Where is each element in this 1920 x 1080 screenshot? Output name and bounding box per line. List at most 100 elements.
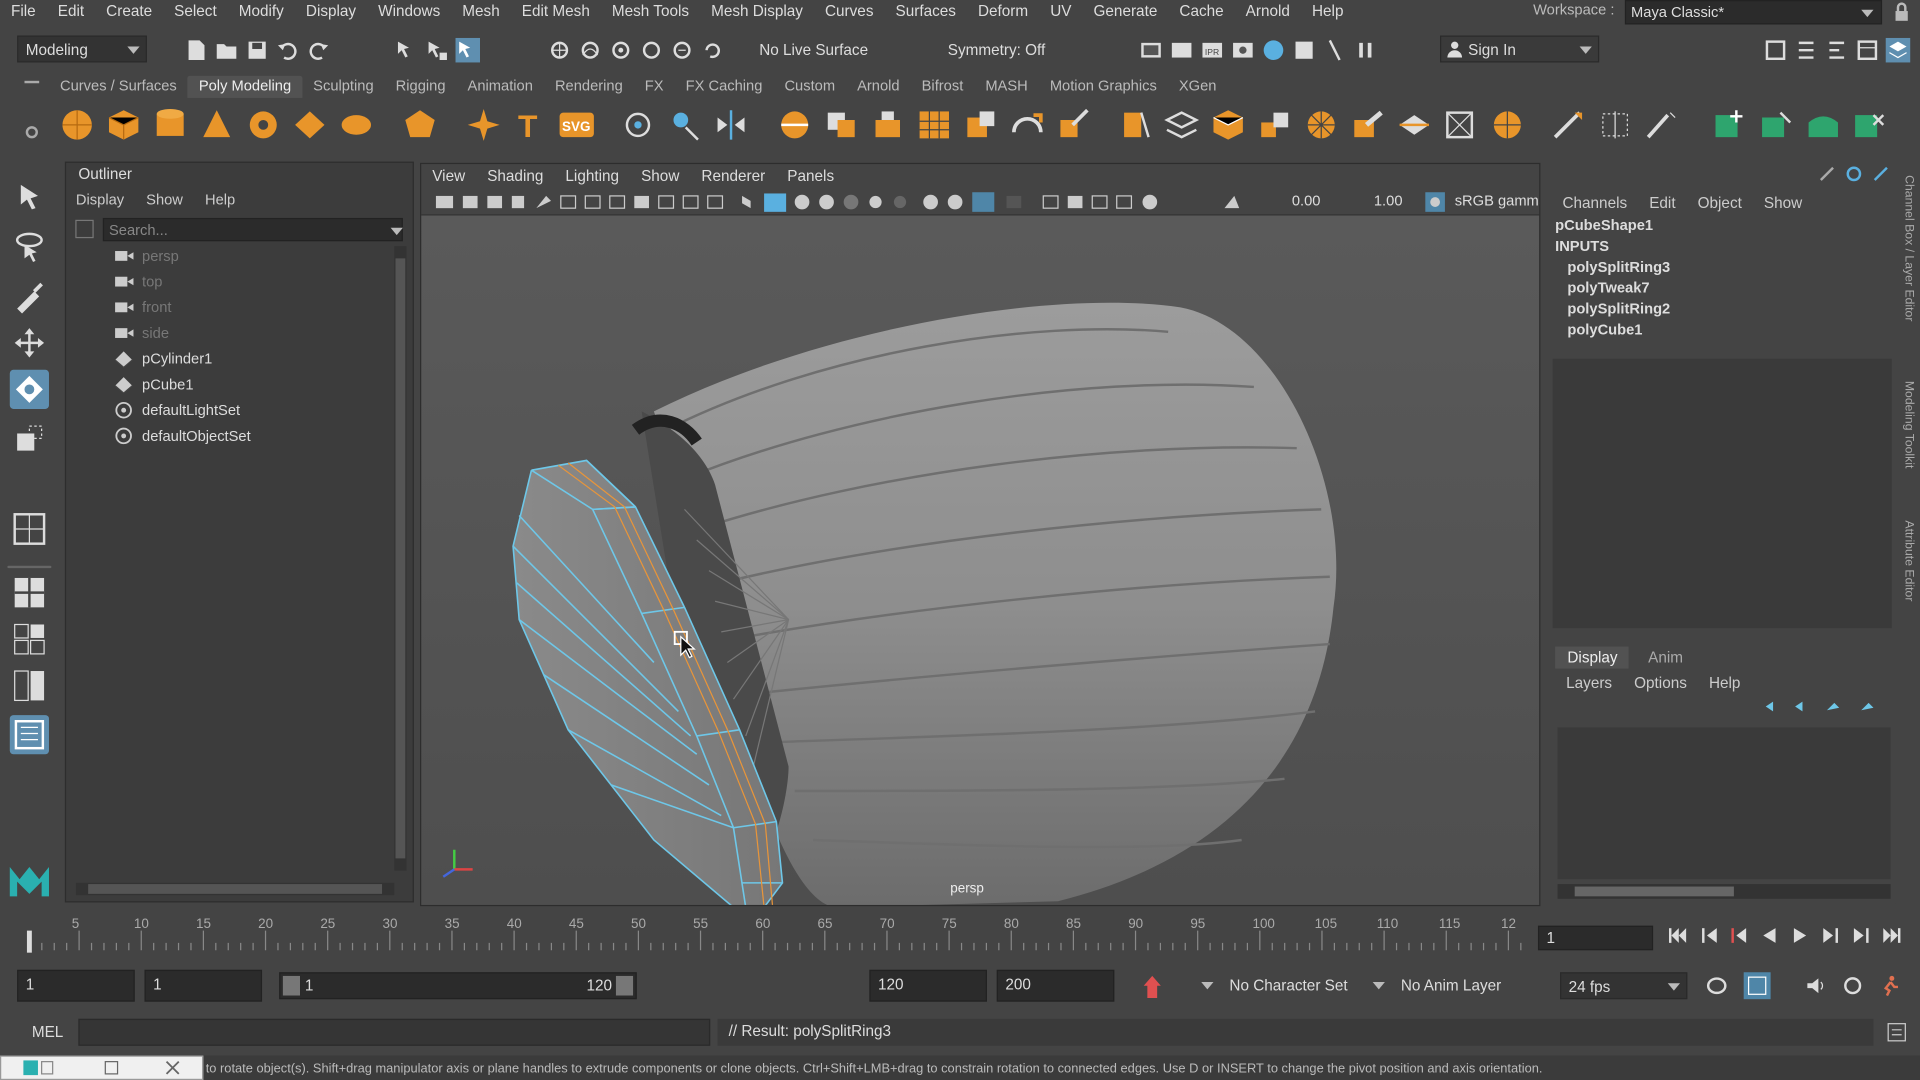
uv-unfold-icon[interactable] bbox=[1489, 108, 1526, 142]
quad-draw-icon[interactable] bbox=[1256, 108, 1293, 142]
render-frame-icon[interactable] bbox=[1169, 38, 1193, 62]
shelf-tab-rendering[interactable]: Rendering bbox=[544, 76, 634, 98]
outliner-item-front[interactable]: front bbox=[113, 295, 171, 319]
step-back-key-icon[interactable] bbox=[1729, 926, 1749, 946]
layer-hscrollbar-thumb[interactable] bbox=[1574, 886, 1734, 897]
command-input[interactable] bbox=[78, 1018, 711, 1046]
channel-box-refresh-icon[interactable] bbox=[1845, 165, 1862, 182]
shelf-tab-poly-modeling[interactable]: Poly Modeling bbox=[187, 75, 303, 98]
layer-menu-options[interactable]: Options bbox=[1634, 675, 1687, 692]
combine-icon[interactable] bbox=[620, 108, 657, 142]
layer-remove-icon[interactable] bbox=[1851, 108, 1888, 142]
smooth-icon[interactable] bbox=[776, 108, 813, 142]
viewport-menu-show[interactable]: Show bbox=[630, 168, 690, 185]
runner-icon[interactable] bbox=[1878, 975, 1900, 997]
redo-icon[interactable] bbox=[306, 38, 330, 62]
attribute-editor-icon[interactable] bbox=[1794, 38, 1818, 62]
render-settings-icon[interactable] bbox=[1231, 38, 1255, 62]
animation-end-field[interactable]: 200 bbox=[996, 969, 1115, 1002]
select-component-icon[interactable] bbox=[455, 37, 481, 63]
layer-list[interactable] bbox=[1557, 727, 1891, 880]
auto-key-icon[interactable] bbox=[1141, 975, 1163, 999]
viewport-panel[interactable]: View Shading Lighting Show Renderer Panels bbox=[420, 162, 1541, 907]
outliner-layout-icon[interactable] bbox=[9, 715, 49, 755]
channel-box-tool-icon[interactable] bbox=[1818, 165, 1835, 182]
menu-help[interactable]: Help bbox=[1301, 2, 1355, 19]
key-filter-icon[interactable] bbox=[1743, 972, 1771, 1000]
animation-prefs-icon[interactable] bbox=[1842, 975, 1864, 997]
menu-select[interactable]: Select bbox=[163, 2, 228, 19]
select-tool-icon[interactable] bbox=[10, 179, 49, 218]
outliner-menu-help[interactable]: Help bbox=[205, 191, 235, 208]
layer-from-selection-icon[interactable] bbox=[1758, 108, 1795, 142]
outliner-item-pcube1[interactable]: pCube1 bbox=[113, 372, 194, 396]
viewport-render[interactable] bbox=[421, 216, 1539, 907]
super-shape-icon[interactable] bbox=[465, 108, 502, 142]
exposure-field[interactable]: 0.00 bbox=[1292, 192, 1321, 209]
poly-cone-icon[interactable] bbox=[198, 108, 235, 142]
extrude-icon[interactable] bbox=[869, 108, 906, 142]
layer-menu-layers[interactable]: Layers bbox=[1566, 675, 1612, 692]
step-forward-key-icon[interactable] bbox=[1821, 926, 1841, 946]
symmetry-select[interactable]: Symmetry: Off bbox=[948, 42, 1046, 59]
outliner-item-side[interactable]: side bbox=[113, 321, 169, 345]
shelf-tab-arnold[interactable]: Arnold bbox=[846, 76, 911, 98]
play-forwards-icon[interactable] bbox=[1790, 926, 1810, 946]
outliner-hscrollbar[interactable] bbox=[75, 882, 395, 896]
viewport-menu-view[interactable]: View bbox=[421, 168, 476, 185]
channel-menu-object[interactable]: Object bbox=[1698, 195, 1742, 212]
pencil-curve-icon[interactable] bbox=[1643, 108, 1680, 142]
move-tool-icon[interactable] bbox=[10, 323, 49, 362]
booleans-icon[interactable] bbox=[823, 108, 860, 142]
hypershade-icon[interactable] bbox=[1261, 38, 1285, 62]
menu-curves[interactable]: Curves bbox=[814, 2, 885, 19]
outliner-item-top[interactable]: top bbox=[113, 269, 162, 293]
shelf-tab-xgen[interactable]: XGen bbox=[1168, 76, 1228, 98]
shelf-menu-icon[interactable] bbox=[24, 80, 40, 84]
slide-edge-icon[interactable] bbox=[1396, 108, 1433, 142]
sign-in-button[interactable]: Sign In bbox=[1440, 35, 1600, 63]
multi-cut-icon[interactable] bbox=[1117, 108, 1154, 142]
colorspace-field[interactable]: sRGB gamma bbox=[1455, 192, 1539, 209]
outliner-item-persp[interactable]: persp bbox=[113, 244, 179, 268]
step-forward-icon[interactable] bbox=[1851, 926, 1871, 946]
range-slider-end-handle[interactable] bbox=[615, 975, 634, 996]
new-scene-icon[interactable] bbox=[184, 38, 208, 62]
outliner-search-input[interactable]: Search... bbox=[102, 217, 403, 242]
minimized-window-bar[interactable] bbox=[0, 1055, 204, 1080]
shelf-tab-rigging[interactable]: Rigging bbox=[385, 76, 457, 98]
time-ruler[interactable]: 5 10 15 20 25 30 35 40 45 50 55 60 65 70 75 80 85 90 95 100… bbox=[17, 913, 1530, 955]
live-surface-label[interactable]: No Live Surface bbox=[759, 42, 868, 59]
channel-menu-edit[interactable]: Edit bbox=[1649, 195, 1675, 212]
soft-select-icon[interactable] bbox=[1349, 108, 1386, 142]
mirror-icon[interactable] bbox=[713, 108, 750, 142]
undo-icon[interactable] bbox=[276, 38, 300, 62]
outliner-menu-display[interactable]: Display bbox=[76, 191, 124, 208]
gamma-field[interactable]: 1.00 bbox=[1374, 192, 1403, 209]
playback-end-field[interactable]: 120 bbox=[869, 969, 987, 1002]
step-back-icon[interactable] bbox=[1700, 926, 1720, 946]
shelf-tab-mash[interactable]: MASH bbox=[974, 76, 1038, 98]
scrollbar-thumb[interactable] bbox=[395, 258, 406, 859]
rotate-tool-icon[interactable] bbox=[9, 369, 49, 409]
menu-generate[interactable]: Generate bbox=[1082, 2, 1168, 19]
bridge-icon[interactable] bbox=[916, 108, 953, 142]
script-editor-icon[interactable] bbox=[1886, 1021, 1908, 1043]
loop-icon[interactable] bbox=[1705, 975, 1729, 997]
ipr-render-icon[interactable]: IPR bbox=[1200, 38, 1224, 62]
play-backwards-icon[interactable] bbox=[1760, 926, 1780, 946]
side-tab-attribute-editor[interactable]: Attribute Editor bbox=[1902, 520, 1915, 601]
layer-hide-icon[interactable] bbox=[1805, 108, 1842, 142]
shelf-tab-fx[interactable]: FX bbox=[634, 76, 675, 98]
shelf-tab-custom[interactable]: Custom bbox=[773, 76, 846, 98]
fill-hole-icon[interactable] bbox=[1009, 108, 1046, 142]
render-region-icon[interactable] bbox=[1139, 38, 1163, 62]
shelf-tab-animation[interactable]: Animation bbox=[457, 76, 544, 98]
shelf-tab-bifrost[interactable]: Bifrost bbox=[911, 76, 975, 98]
snap-view-plane-icon[interactable] bbox=[639, 38, 663, 62]
outliner-item-defaultlightset[interactable]: defaultLightSet bbox=[113, 398, 240, 422]
workspace-select[interactable]: Maya Classic* bbox=[1624, 0, 1883, 25]
menu-uv[interactable]: UV bbox=[1039, 2, 1082, 19]
collapse-icon[interactable] bbox=[1056, 108, 1093, 142]
sound-icon[interactable] bbox=[1805, 975, 1827, 997]
